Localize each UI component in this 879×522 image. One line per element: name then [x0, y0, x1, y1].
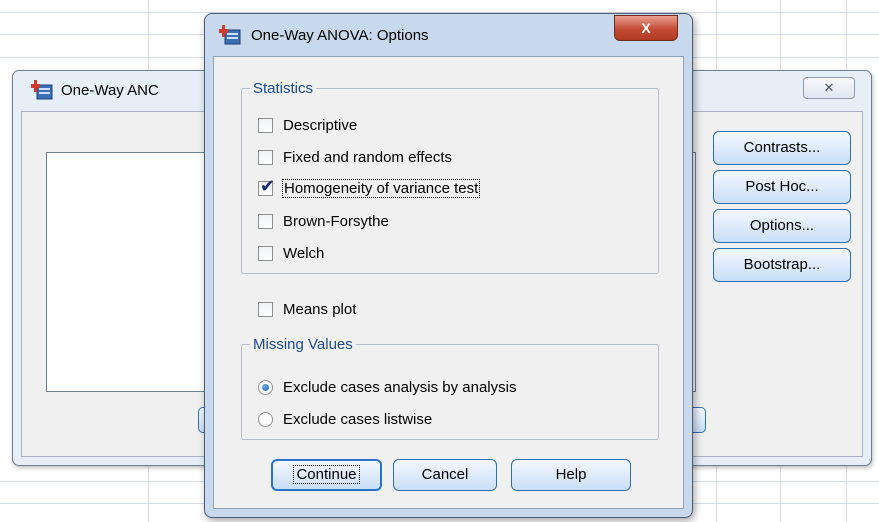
- dialog-close-button[interactable]: X: [614, 15, 678, 41]
- contrasts-button[interactable]: Contrasts...: [713, 131, 851, 165]
- missing-values-legend: Missing Values: [253, 336, 353, 353]
- dialog-body: Statistics Descriptive Fixed and random …: [213, 56, 684, 509]
- back-window-close-button[interactable]: ✕: [803, 77, 855, 99]
- checkmark-icon: ✔: [260, 175, 276, 196]
- variable-list[interactable]: [46, 152, 216, 392]
- back-window-titlebar: One-Way ANC: [31, 79, 159, 101]
- continue-button-label: Continue: [293, 465, 360, 484]
- brown-forsythe-label: Brown-Forsythe: [283, 212, 389, 230]
- homogeneity-checkbox[interactable]: ✔: [258, 177, 275, 196]
- exclude-listwise-radio[interactable]: [258, 411, 273, 427]
- exclude-analysis-radio[interactable]: [258, 379, 273, 395]
- means-plot-label: Means plot: [283, 300, 357, 318]
- welch-checkbox-row[interactable]: Welch: [258, 241, 324, 265]
- close-icon: X: [641, 20, 651, 36]
- cancel-button-label: Cancel: [421, 466, 469, 483]
- spss-app-icon: [31, 80, 53, 100]
- dialog-title: One-Way ANOVA: Options: [251, 26, 429, 44]
- welch-label: Welch: [283, 244, 325, 262]
- fixed-random-effects-checkbox-row[interactable]: Fixed and random effects: [258, 145, 452, 169]
- brown-forsythe-checkbox-row[interactable]: Brown-Forsythe: [258, 209, 389, 233]
- means-plot-checkbox[interactable]: [258, 301, 273, 317]
- spss-app-icon: [219, 25, 241, 45]
- contrasts-button-label: Contrasts...: [743, 139, 821, 156]
- options-button[interactable]: Options...: [713, 209, 851, 243]
- exclude-analysis-radio-row[interactable]: Exclude cases analysis by analysis: [258, 375, 516, 399]
- homogeneity-label: Homogeneity of variance test: [281, 178, 481, 198]
- help-button-label: Help: [555, 466, 587, 483]
- statistics-legend: Statistics: [253, 80, 314, 97]
- brown-forsythe-checkbox[interactable]: [258, 213, 273, 229]
- back-window-title: One-Way ANC: [61, 81, 159, 99]
- homogeneity-checkbox-row[interactable]: ✔ Homogeneity of variance test: [258, 176, 481, 200]
- continue-button[interactable]: Continue: [271, 459, 382, 491]
- post-hoc-button-label: Post Hoc...: [745, 178, 819, 195]
- fixed-random-effects-checkbox[interactable]: [258, 149, 273, 165]
- fixed-random-effects-label: Fixed and random effects: [283, 148, 452, 166]
- exclude-listwise-radio-row[interactable]: Exclude cases listwise: [258, 407, 432, 431]
- descriptive-label: Descriptive: [283, 116, 358, 134]
- exclude-listwise-label: Exclude cases listwise: [283, 410, 433, 428]
- post-hoc-button[interactable]: Post Hoc...: [713, 170, 851, 204]
- cancel-button[interactable]: Cancel: [393, 459, 497, 491]
- bootstrap-button-label: Bootstrap...: [743, 256, 821, 273]
- welch-checkbox[interactable]: [258, 245, 273, 261]
- help-button[interactable]: Help: [511, 459, 631, 491]
- close-icon: ✕: [823, 80, 835, 95]
- descriptive-checkbox-row[interactable]: Descriptive: [258, 113, 357, 137]
- exclude-analysis-label: Exclude cases analysis by analysis: [283, 378, 517, 396]
- options-button-label: Options...: [749, 217, 815, 234]
- bootstrap-button[interactable]: Bootstrap...: [713, 248, 851, 282]
- dialog-titlebar: One-Way ANOVA: Options: [219, 24, 429, 46]
- descriptive-checkbox[interactable]: [258, 117, 273, 133]
- anova-options-dialog: One-Way ANOVA: Options X Statistics Desc…: [204, 13, 693, 518]
- means-plot-checkbox-row[interactable]: Means plot: [258, 297, 356, 321]
